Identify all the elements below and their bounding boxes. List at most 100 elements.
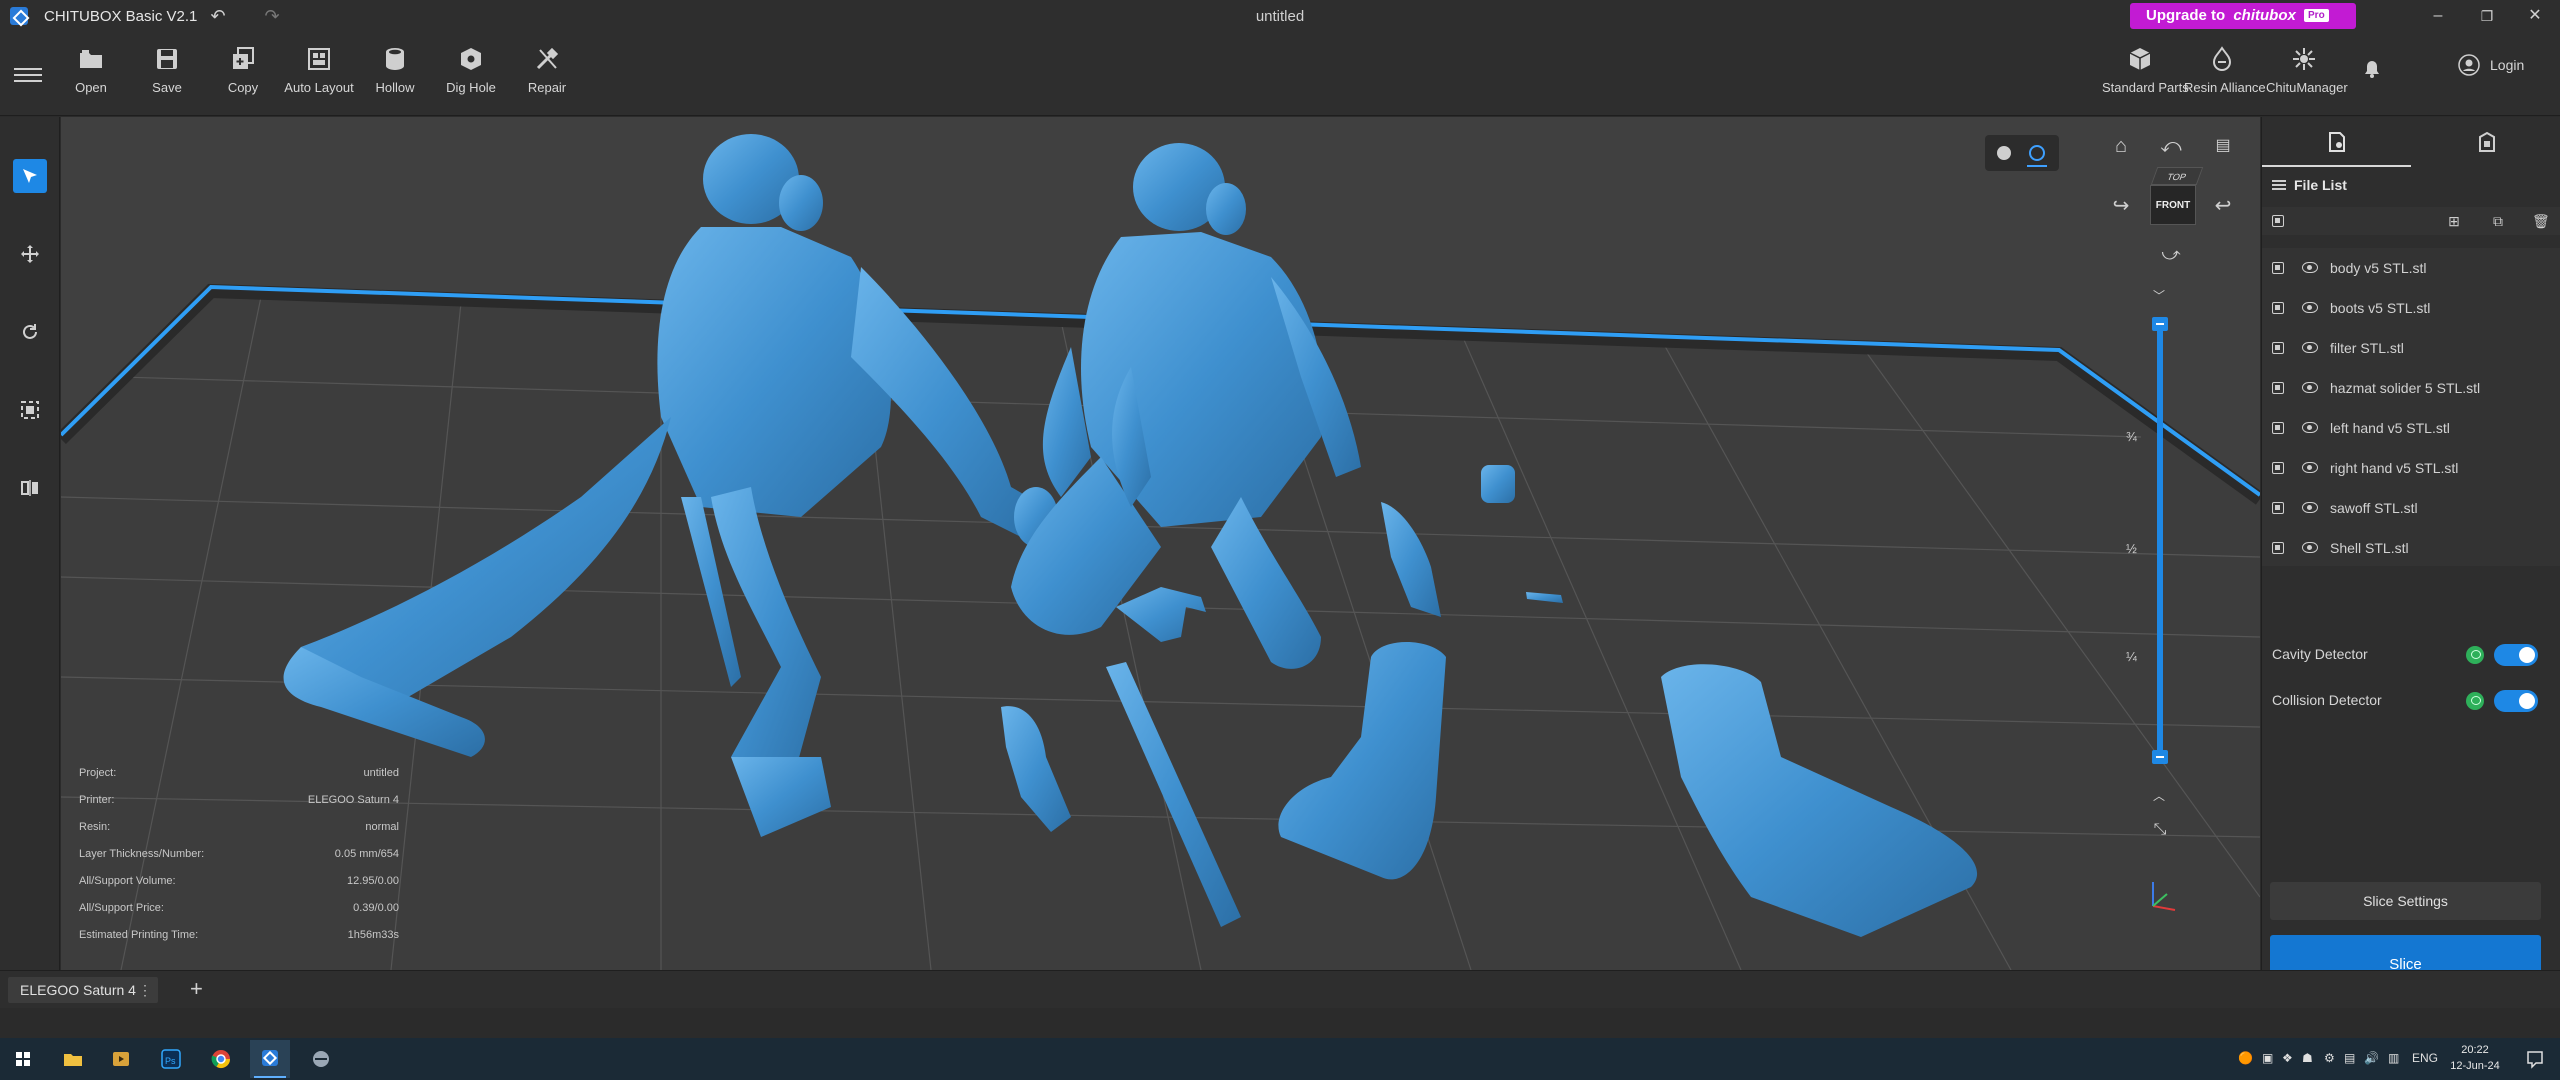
- file-checkbox[interactable]: [2272, 382, 2284, 394]
- file-list-item[interactable]: left hand v5 STL.stl: [2262, 408, 2560, 448]
- visibility-eye-icon[interactable]: [2302, 302, 2318, 313]
- select-tool-button[interactable]: [13, 159, 47, 193]
- tray-app-icon-2[interactable]: ▣: [2262, 1051, 2273, 1065]
- collision-detector-toggle[interactable]: [2494, 690, 2538, 712]
- login-button[interactable]: Login: [2450, 54, 2550, 118]
- visibility-eye-icon[interactable]: [2302, 542, 2318, 553]
- undo-icon[interactable]: ↶: [204, 4, 232, 28]
- speaker-icon[interactable]: 🔊: [2364, 1051, 2379, 1065]
- tray-app-icon-4[interactable]: ☗: [2302, 1051, 2313, 1065]
- chrome-icon[interactable]: [206, 1044, 236, 1074]
- layer-slider-top-handle[interactable]: [2152, 317, 2168, 331]
- visibility-eye-icon[interactable]: [2302, 502, 2318, 513]
- file-list-item[interactable]: body v5 STL.stl: [2262, 248, 2560, 288]
- repair-button[interactable]: Repair: [509, 44, 585, 108]
- file-list-item[interactable]: sawoff STL.stl: [2262, 488, 2560, 528]
- slicer-app-icon[interactable]: [306, 1044, 336, 1074]
- scale-tool-button[interactable]: [13, 393, 47, 427]
- slice-settings-button[interactable]: Slice Settings: [2270, 882, 2541, 920]
- render-mode-toggle[interactable]: [1985, 135, 2059, 171]
- upgrade-button[interactable]: Upgrade to chitubox Pro: [2130, 3, 2356, 29]
- chitubox-taskbar-active[interactable]: [250, 1040, 290, 1078]
- solid-mode-icon[interactable]: [1997, 146, 2011, 160]
- notification-center-icon[interactable]: [2520, 1044, 2550, 1074]
- slider-up-chevron-icon[interactable]: ﹀: [2153, 287, 2165, 304]
- info-row: All/Support Volume: 12.95/0.00: [79, 875, 399, 902]
- collision-detector-status-icon[interactable]: [2466, 692, 2484, 710]
- layer-slider-bottom-handle[interactable]: [2152, 750, 2168, 764]
- language-indicator[interactable]: ENG: [2412, 1051, 2438, 1065]
- standard-parts-button[interactable]: Standard Parts: [2102, 44, 2189, 108]
- cavity-detector-toggle[interactable]: [2494, 644, 2538, 666]
- auto-layout-button[interactable]: Auto Layout: [281, 44, 357, 108]
- layer-slider-track[interactable]: [2157, 323, 2163, 757]
- home-view-icon[interactable]: ⌂: [2108, 133, 2134, 159]
- view-cube-top[interactable]: TOP: [2150, 167, 2204, 185]
- printer-tab-menu-icon[interactable]: ⋮: [138, 977, 152, 1003]
- view-cube[interactable]: TOP FRONT: [2150, 167, 2204, 233]
- file-checkbox[interactable]: [2272, 542, 2284, 554]
- tray-app-icon-1[interactable]: 🟠: [2238, 1051, 2253, 1065]
- slider-expand-icon[interactable]: ⤡: [2147, 817, 2173, 843]
- chitumanager-button[interactable]: ChituManager: [2266, 44, 2348, 108]
- rotate-view-down-icon[interactable]: ⤻: [2158, 241, 2184, 267]
- visibility-eye-icon[interactable]: [2302, 382, 2318, 393]
- view-cube-front[interactable]: FRONT: [2150, 185, 2196, 225]
- layer-view-icon[interactable]: ▤: [2210, 133, 2236, 159]
- slider-down-chevron-icon[interactable]: ︿: [2153, 787, 2165, 804]
- 3d-viewport[interactable]: ⌂ ⤺ ▤ ↪ ↩ ⤻ TOP FRONT ﹀ ¾ ½ ¼ ︿ ⤡ Projec…: [61, 117, 2260, 970]
- resin-alliance-button[interactable]: Resin Alliance: [2184, 44, 2266, 108]
- xray-mode-icon[interactable]: [2029, 145, 2045, 161]
- hollow-button[interactable]: Hollow: [357, 44, 433, 108]
- printer-tab[interactable]: ELEGOO Saturn 4 ⋮: [8, 977, 158, 1003]
- file-list-item[interactable]: boots v5 STL.stl: [2262, 288, 2560, 328]
- file-list-item[interactable]: filter STL.stl: [2262, 328, 2560, 368]
- tray-app-icon-3[interactable]: ❖: [2282, 1051, 2293, 1065]
- file-checkbox[interactable]: [2272, 422, 2284, 434]
- maximize-button[interactable]: ❐: [2464, 2, 2510, 30]
- rotate-view-up-icon[interactable]: ⤺: [2158, 133, 2184, 159]
- tab-file-settings[interactable]: [2262, 117, 2411, 167]
- file-checkbox[interactable]: [2272, 462, 2284, 474]
- photoshop-icon[interactable]: Ps: [156, 1044, 186, 1074]
- file-explorer-icon[interactable]: [58, 1044, 88, 1074]
- visibility-eye-icon[interactable]: [2302, 422, 2318, 433]
- rotate-view-left-icon[interactable]: ↪: [2108, 193, 2134, 219]
- rotate-tool-button[interactable]: [13, 315, 47, 349]
- minimize-button[interactable]: –: [2415, 2, 2461, 30]
- delete-file-icon[interactable]: 🗑: [2532, 213, 2550, 229]
- file-list-item[interactable]: right hand v5 STL.stl: [2262, 448, 2560, 488]
- network-icon[interactable]: ▥: [2388, 1051, 2399, 1065]
- group-files-icon[interactable]: ⧉: [2490, 213, 2506, 229]
- tray-app-icon-5[interactable]: ⚙: [2324, 1051, 2335, 1065]
- file-checkbox[interactable]: [2272, 262, 2284, 274]
- add-file-icon[interactable]: ⊞: [2446, 213, 2462, 229]
- cavity-detector-status-icon[interactable]: [2466, 646, 2484, 664]
- notification-button[interactable]: [2352, 44, 2392, 108]
- copy-button[interactable]: Copy: [205, 44, 281, 108]
- open-button[interactable]: Open: [53, 44, 129, 108]
- file-list-item[interactable]: Shell STL.stl: [2262, 528, 2560, 568]
- tray-app-icon-6[interactable]: ▤: [2344, 1051, 2355, 1065]
- file-checkbox[interactable]: [2272, 302, 2284, 314]
- media-app-icon[interactable]: [106, 1044, 136, 1074]
- rotate-view-right-icon[interactable]: ↩: [2210, 193, 2236, 219]
- redo-icon[interactable]: ↷: [258, 4, 286, 28]
- close-button[interactable]: ✕: [2512, 2, 2558, 30]
- move-tool-button[interactable]: [13, 237, 47, 271]
- tab-print-queue[interactable]: [2412, 117, 2560, 167]
- file-checkbox[interactable]: [2272, 342, 2284, 354]
- visibility-eye-icon[interactable]: [2302, 462, 2318, 473]
- clock[interactable]: 20:22 12-Jun-24: [2440, 1042, 2510, 1074]
- mirror-tool-button[interactable]: [13, 471, 47, 505]
- add-printer-tab-button[interactable]: +: [190, 976, 203, 1002]
- visibility-eye-icon[interactable]: [2302, 262, 2318, 273]
- windows-start-icon[interactable]: [8, 1044, 38, 1074]
- select-all-checkbox[interactable]: [2272, 215, 2284, 227]
- hamburger-menu-icon[interactable]: [14, 64, 42, 88]
- save-button[interactable]: Save: [129, 44, 205, 108]
- visibility-eye-icon[interactable]: [2302, 342, 2318, 353]
- dig-hole-button[interactable]: Dig Hole: [433, 44, 509, 108]
- file-checkbox[interactable]: [2272, 502, 2284, 514]
- file-list-item[interactable]: hazmat solider 5 STL.stl: [2262, 368, 2560, 408]
